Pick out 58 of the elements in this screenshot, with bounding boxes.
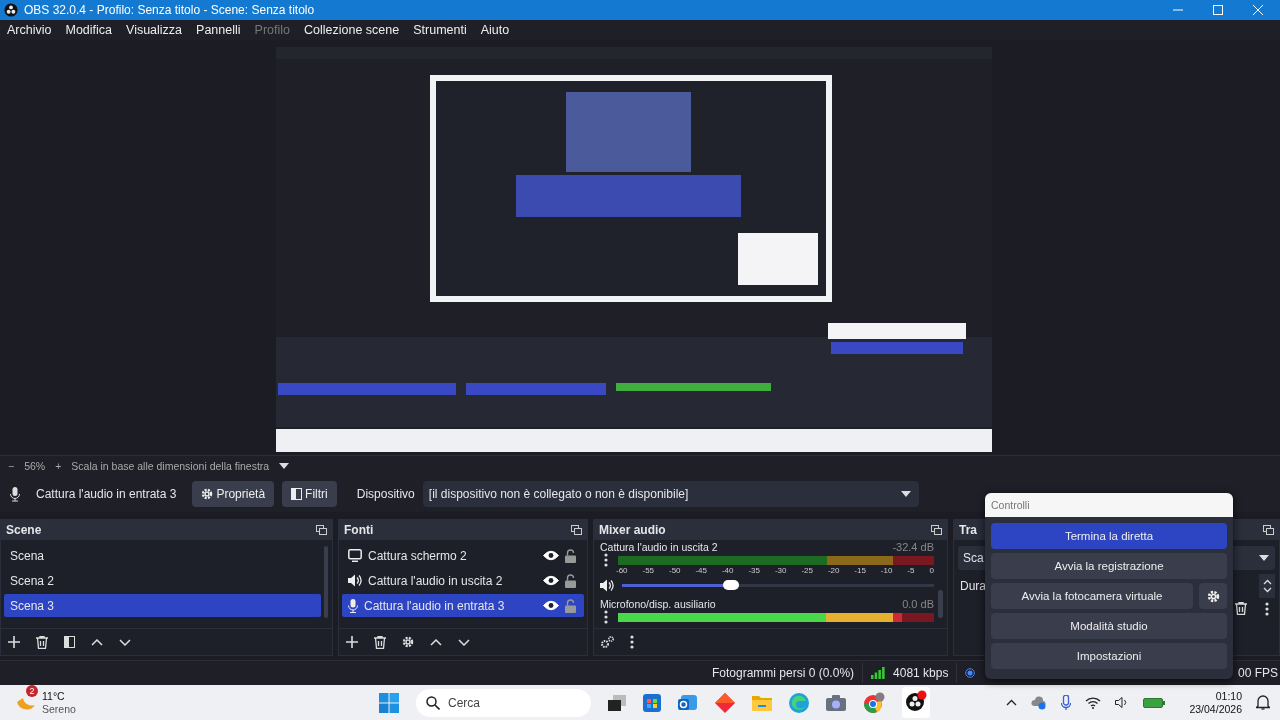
scale-label: -35 [748,566,760,577]
zoom-out-button[interactable]: − [8,460,15,472]
menu-item[interactable]: Visualizza [126,23,183,37]
window-title: OBS 32.0.4 - Profilo: Senza titolo - Scene: Senza titolo [24,3,316,17]
properties-button[interactable]: Proprietà [192,481,275,507]
clock[interactable]: 01:10 23/04/2026 [1189,689,1242,716]
scene-item[interactable]: Scena [4,544,321,567]
scale-label: -55 [642,566,655,577]
control-button[interactable]: Avvia la fotocamera virtuale [991,583,1193,609]
menu-item[interactable]: Pannelli [196,23,241,37]
scene-item[interactable]: Scena 3 [4,594,321,617]
menu-item[interactable]: Collezione scene [304,23,400,37]
scale-mode-dropdown[interactable]: Scala in base alle dimensioni della finestra [71,460,270,472]
device-label: Dispositivo [356,487,415,501]
zoom-level: 56% [24,460,46,472]
control-button[interactable]: Avvia la registrazione [991,553,1227,579]
control-button[interactable]: Modalità studio [991,613,1227,639]
scale-label: -60 [616,566,628,577]
scale-label: -5 [907,566,915,577]
scene-item[interactable]: Scena 2 [4,569,321,592]
device-dropdown[interactable]: [il dispositivo non è collegato o non è disponibile] [422,481,919,507]
scale-label: -50 [668,566,681,577]
channel-name: Microfono/disp. ausiliario [600,598,716,610]
weather-condition: Sereno [42,702,76,716]
scale-label: -25 [801,566,813,577]
channel-name: Cattura l'audio in uscita 2 [600,541,718,553]
menu-item[interactable]: Modifica [65,23,112,37]
bitrate: 4081 kbps [893,666,949,680]
panel-title: Controlli [985,493,1233,517]
dock-title: Mixer audio [599,523,666,537]
zoom-in-button[interactable]: + [55,460,62,472]
menu-item[interactable]: Strumenti [413,23,467,37]
dock-title: Fonti [344,523,374,537]
dock-title: Tra [959,523,977,537]
scale-label: -15 [854,566,866,577]
volume-reading: -32.4 dB [892,541,934,553]
scale-label: -45 [695,566,707,577]
fps: 00 FPS [1237,666,1279,680]
dock-title: Scene [6,523,42,537]
source-name: Cattura l'audio in entrata 3 [36,487,177,501]
control-button[interactable]: Impostazioni [991,643,1227,669]
volume-reading: 0.0 dB [902,598,934,610]
scale-label: -40 [721,566,734,577]
menu-item[interactable]: Archivio [7,23,52,37]
search-field[interactable]: Cerca [416,688,591,717]
temperature: 11°C [42,689,66,703]
source-item[interactable]: Cattura l'audio in uscita 2 [342,569,584,592]
source-item[interactable]: Cattura l'audio in entrata 3 [342,594,584,617]
scale-label: 0 [929,566,934,577]
control-button[interactable]: Termina la diretta [991,523,1227,549]
scale-label: -20 [827,566,840,577]
dropped-frames: Fotogrammi persi 0 (0.0%) [712,666,855,680]
scale-label: -30 [774,566,787,577]
duration-label: Dura [960,579,986,593]
scale-label: -10 [880,566,893,577]
filters-button[interactable]: Filtri [282,481,337,507]
menu-item[interactable]: Aiuto [480,23,510,37]
source-item[interactable]: Cattura schermo 2 [342,544,584,567]
